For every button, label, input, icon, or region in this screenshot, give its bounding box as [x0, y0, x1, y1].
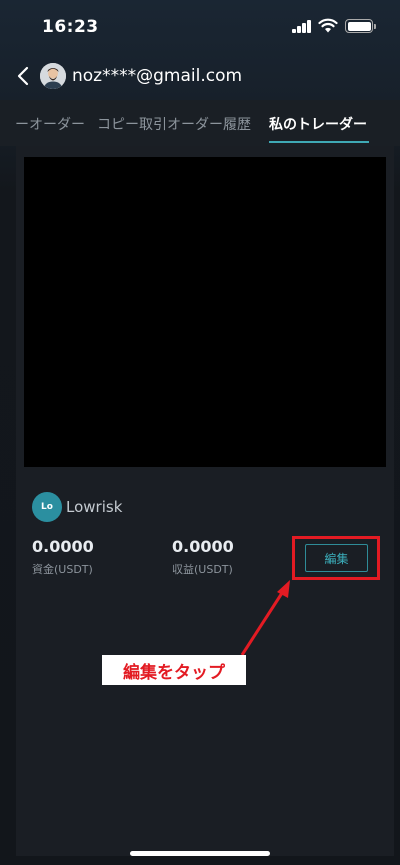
status-time: 16:23 — [42, 17, 99, 37]
battery-icon — [345, 19, 376, 33]
trader-avatar: Lo — [32, 492, 62, 522]
profit-label: 収益(USDT) — [172, 563, 233, 576]
wifi-icon — [318, 18, 338, 33]
edit-button[interactable]: 編集 — [305, 544, 368, 572]
screen: 16:23 noz****@gmail.com ーオーダー コピー取引オーダー履… — [0, 0, 400, 865]
funds-label: 資金(USDT) — [32, 563, 93, 576]
account-email-title: noz****@gmail.com — [72, 66, 243, 86]
profit-value: 0.0000 — [172, 537, 234, 556]
tab-copy-order-history[interactable]: コピー取引オーダー履歴 — [97, 114, 251, 134]
trader-name[interactable]: Lowrisk — [66, 498, 122, 516]
home-indicator[interactable] — [130, 851, 270, 856]
active-tab-indicator — [269, 141, 369, 143]
status-bar: 16:23 — [0, 0, 400, 52]
back-icon[interactable] — [12, 64, 36, 88]
cellular-signal-icon — [292, 20, 312, 33]
instruction-callout: 編集をタップ — [102, 655, 246, 685]
tab-orders[interactable]: ーオーダー — [15, 114, 85, 134]
funds-value: 0.0000 — [32, 537, 94, 556]
arrow-icon — [240, 580, 290, 656]
tab-bar: ーオーダー コピー取引オーダー履歴 私のトレーダー — [0, 100, 400, 146]
chart-area — [24, 157, 386, 467]
user-avatar — [40, 63, 66, 89]
tab-my-traders[interactable]: 私のトレーダー — [269, 114, 367, 134]
